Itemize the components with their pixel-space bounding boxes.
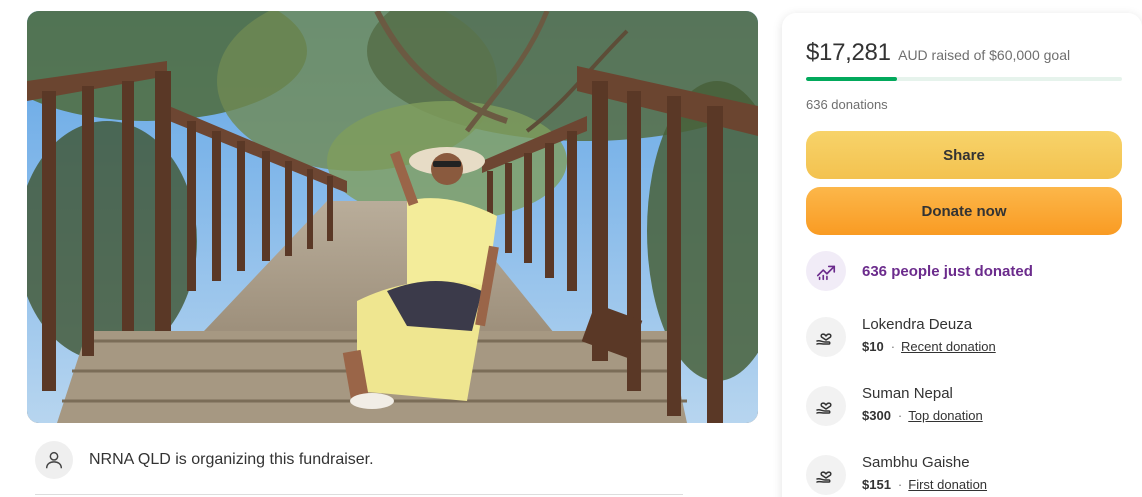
separator-dot: · xyxy=(890,339,896,354)
raised-summary: $17,281 AUD raised of $60,000 goal xyxy=(806,39,1070,67)
recent-activity: 636 people just donated xyxy=(806,251,1033,291)
recent-donation-link[interactable]: Recent donation xyxy=(901,339,996,354)
donor-name: Lokendra Deuza xyxy=(862,316,973,333)
amount-raised: $17,281 xyxy=(806,39,891,66)
donor-amount: $151 xyxy=(862,477,891,492)
goal-text: AUD raised of $60,000 goal xyxy=(898,47,1071,63)
heart-hand-icon xyxy=(806,455,846,495)
heart-hand-icon xyxy=(806,386,846,426)
donor-item: Lokendra Deuza $10 · Recent donation xyxy=(806,315,996,357)
donor-amount: $300 xyxy=(862,408,891,423)
share-button[interactable]: Share xyxy=(806,131,1122,179)
separator-dot: · xyxy=(897,477,903,492)
heart-hand-icon xyxy=(806,317,846,357)
separator-dot: · xyxy=(897,408,903,423)
organizer-row: NRNA QLD is organizing this fundraiser. xyxy=(35,440,374,480)
first-donation-link[interactable]: First donation xyxy=(908,477,987,492)
donor-name: Sambhu Gaishe xyxy=(862,454,970,471)
section-divider xyxy=(35,494,683,495)
donor-item: Suman Nepal $300 · Top donation xyxy=(806,384,983,426)
progress-bar xyxy=(806,77,1122,81)
photo-illustration xyxy=(27,11,758,423)
donor-amount: $10 xyxy=(862,339,884,354)
donor-name: Suman Nepal xyxy=(862,385,953,402)
person-icon xyxy=(35,441,73,479)
trending-up-icon xyxy=(806,251,846,291)
donation-card: $17,281 AUD raised of $60,000 goal 636 d… xyxy=(782,13,1142,497)
fundraiser-page: NRNA QLD is organizing this fundraiser. … xyxy=(0,0,1142,497)
fundraiser-photo[interactable] xyxy=(27,11,758,423)
donor-item: Sambhu Gaishe $151 · First donation xyxy=(806,453,987,495)
top-donation-link[interactable]: Top donation xyxy=(908,408,982,423)
recent-activity-text: 636 people just donated xyxy=(862,262,1033,280)
organizer-text: NRNA QLD is organizing this fundraiser. xyxy=(89,451,374,468)
donate-now-button[interactable]: Donate now xyxy=(806,187,1122,235)
donations-count: 636 donations xyxy=(806,97,888,112)
progress-fill xyxy=(806,77,897,81)
